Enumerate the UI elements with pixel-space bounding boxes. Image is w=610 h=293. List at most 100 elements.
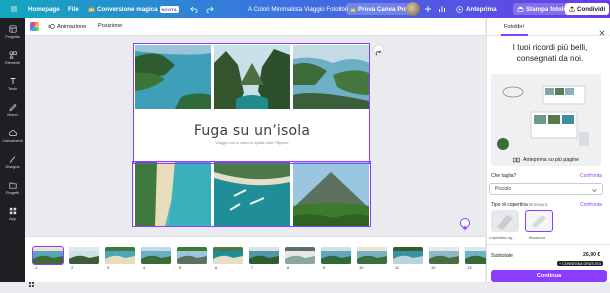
page-thumbnail[interactable] — [321, 247, 351, 264]
photobook-panel: Fotolibri I tuoi ricordi più belli, cons… — [486, 18, 610, 282]
close-icon[interactable] — [599, 23, 605, 41]
page-number: 3 — [107, 265, 110, 270]
text-icon — [10, 78, 15, 84]
position-button[interactable]: Posizione — [98, 23, 122, 29]
menu-icon[interactable] — [10, 0, 18, 18]
undo-icon[interactable] — [190, 0, 198, 18]
animate-label: Animazione — [57, 23, 87, 30]
sidebar-item-uploads[interactable]: Caricamenti — [0, 124, 25, 148]
page-number: 12 — [431, 265, 436, 270]
sidebar-item-projects[interactable]: Progetti — [0, 176, 25, 200]
page-number: 13 — [467, 265, 472, 270]
cover-label: Tipo di copertina — [491, 202, 528, 208]
page-thumbnail[interactable] — [105, 247, 135, 264]
share-button[interactable]: Condividi — [565, 3, 610, 15]
page-thumbnail[interactable] — [357, 247, 387, 264]
sidebar-item-label: Elementi — [5, 61, 20, 65]
page-number: 2 — [71, 265, 74, 270]
preview-button[interactable]: Anteprima — [456, 0, 497, 18]
sidebar-item-text[interactable]: Testo — [0, 72, 25, 96]
photobook-preview-image — [491, 74, 601, 158]
size-select[interactable]: Piccolo — [489, 183, 603, 195]
book-icon — [513, 157, 520, 163]
preview-more-label: Anteprima su più pagine — [523, 157, 579, 163]
cover-option-paperback-label: Brossura — [529, 235, 546, 240]
try-pro-label: Prova Canva Pro — [358, 5, 408, 13]
sidebar-item-apps[interactable]: App — [0, 202, 25, 226]
page-thumbnail[interactable] — [249, 247, 279, 264]
page-number: 4 — [143, 265, 146, 270]
page-number: 7 — [251, 265, 254, 270]
page-number: 9 — [323, 265, 326, 270]
tab-photobooks[interactable]: Fotolibri — [504, 24, 524, 30]
cover-selected: Brossura — [529, 202, 548, 207]
magic-switch-button[interactable]: Conversione magica NOVITÀ — [88, 0, 179, 18]
magic-switch-label: Conversione magica — [97, 5, 158, 13]
cover-option-hard-label: Copertina rig... — [489, 235, 516, 240]
cover-option-hard[interactable] — [491, 210, 519, 232]
page-thumbnail[interactable] — [285, 247, 315, 264]
panel-divider — [487, 244, 610, 245]
share-icon — [569, 6, 575, 12]
sidebar-item-label: Progetta — [5, 35, 20, 39]
sidebar-item-label: Disegna — [5, 165, 20, 169]
cover-compare-link[interactable]: Confronta — [580, 202, 602, 208]
crown-icon — [350, 6, 356, 12]
continue-button[interactable]: Continua — [491, 270, 607, 282]
page-filmstrip: 1 2 3 4 5 6 7 8 9 10 11 12 13 — [25, 236, 495, 282]
subtotal-label: Subtotale — [491, 253, 513, 259]
bar-chart-icon[interactable] — [438, 0, 446, 18]
sidebar-item-label: App — [9, 217, 16, 221]
sidebar-item-design[interactable]: Progetta — [0, 20, 25, 44]
size-select-value: Piccolo — [495, 186, 512, 192]
page-number: 8 — [287, 265, 290, 270]
chevron-down-icon — [592, 188, 597, 192]
page-thumbnail[interactable] — [141, 247, 171, 264]
sidebar-item-brand[interactable]: Brand — [0, 98, 25, 122]
try-pro-button[interactable]: Prova Canva Pro — [346, 3, 412, 15]
page-thumbnail[interactable] — [32, 246, 64, 265]
page-thumbnail[interactable] — [429, 247, 459, 264]
brand-icon — [9, 104, 16, 111]
cloud-upload-icon — [8, 130, 17, 136]
avatar[interactable] — [406, 0, 420, 18]
page-thumbnail[interactable] — [177, 247, 207, 264]
editor-toolbar: Animazione Posizione — [25, 18, 485, 36]
page-thumbnail[interactable] — [69, 247, 99, 264]
chevron-up-icon[interactable] — [251, 239, 257, 252]
size-label: Che taglia? — [491, 173, 517, 179]
selection-frame-bottom — [132, 161, 371, 227]
sidebar-item-elements[interactable]: Elementi — [0, 46, 25, 70]
free-delivery-badge: + CONSEGNA GRATUITA — [557, 261, 604, 266]
size-compare-link[interactable]: Confronta — [580, 173, 602, 179]
share-label: Condividi — [577, 5, 606, 13]
left-sidebar: Progetta Elementi Testo Brand Caricament… — [0, 18, 25, 282]
page-thumbnail[interactable] — [213, 247, 243, 264]
assistant-icon[interactable] — [460, 218, 470, 231]
document-title[interactable]: A Colori Minimalista Viaggio Fotolibri — [248, 0, 348, 18]
selection-frame-top — [133, 43, 370, 164]
preview-more-pages-button[interactable]: Anteprima su più pagine — [491, 154, 601, 166]
cover-option-paperback[interactable] — [525, 210, 553, 232]
preview-label: Anteprima — [466, 5, 497, 13]
sidebar-item-label: Caricamenti — [2, 139, 23, 143]
animation-icon — [48, 24, 55, 29]
page-thumbnail[interactable] — [393, 247, 423, 264]
home-link[interactable]: Homepage — [28, 0, 60, 18]
play-icon — [456, 5, 463, 13]
file-menu[interactable]: File — [68, 0, 79, 18]
page-number: 5 — [179, 265, 182, 270]
redo-icon[interactable] — [206, 0, 214, 18]
rotate-icon[interactable] — [374, 45, 383, 56]
animate-button[interactable]: Animazione — [48, 23, 86, 30]
plus-icon[interactable] — [424, 0, 432, 18]
apps-icon — [9, 207, 16, 215]
sidebar-item-label: Brand — [7, 113, 18, 117]
grid-icon[interactable] — [28, 275, 35, 287]
panel-headline: I tuoi ricordi più belli, consegnati da … — [512, 43, 588, 63]
sidebar-item-draw[interactable]: Disegna — [0, 150, 25, 174]
color-picker-icon[interactable] — [30, 22, 39, 31]
new-badge: NOVITÀ — [159, 5, 179, 13]
top-bar: Homepage File Conversione magica NOVITÀ … — [0, 0, 610, 18]
page-number: 1 — [35, 265, 38, 270]
